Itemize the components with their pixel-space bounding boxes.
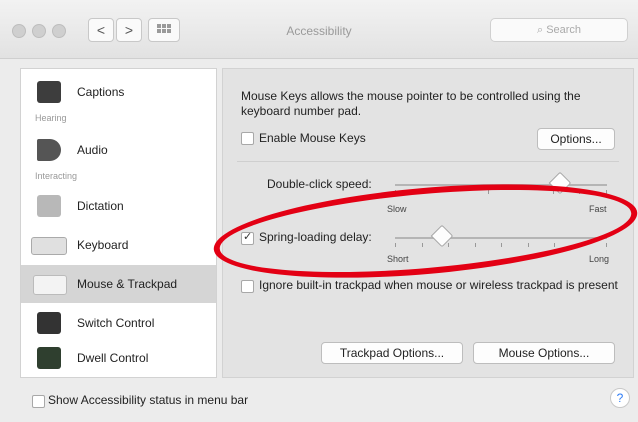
double-click-speed-label: Double-click speed: [267, 177, 372, 191]
mouse-options-button[interactable]: Mouse Options... [473, 342, 615, 364]
sidebar-item-switch-control[interactable]: Switch Control [21, 304, 216, 342]
search-placeholder: Search [546, 24, 582, 36]
title-bar: < > Accessibility ⌕ Search [0, 0, 638, 59]
sidebar-item-keyboard[interactable]: Keyboard [21, 226, 216, 264]
search-icon: ⌕ [536, 24, 544, 36]
ignore-trackpad-checkbox[interactable] [241, 280, 254, 293]
sidebar-item-label: Dwell Control [77, 351, 149, 365]
mouse-keys-options-button[interactable]: Options... [537, 128, 615, 150]
sidebar-item-label: Captions [77, 85, 125, 99]
sidebar-item-dwell-control[interactable]: Dwell Control [21, 339, 216, 377]
sidebar-item-label: Dictation [77, 199, 124, 213]
sidebar-item-dictation[interactable]: Dictation [21, 187, 216, 225]
dwell-control-icon [37, 347, 61, 369]
help-button[interactable]: ? [610, 388, 630, 408]
accessibility-window: < > Accessibility ⌕ Search Captions Hear… [0, 0, 638, 422]
divider [237, 161, 619, 162]
switch-control-icon [37, 312, 61, 334]
sidebar-item-audio[interactable]: Audio [21, 131, 216, 169]
enable-mouse-keys-label: Enable Mouse Keys [259, 131, 366, 145]
trackpad-icon [33, 275, 67, 295]
slider-tick [606, 243, 607, 247]
sidebar-item-label: Keyboard [77, 238, 129, 252]
spring-loading-long-label: Long [589, 254, 610, 264]
mouse-keys-description: Mouse Keys allows the mouse pointer to b… [241, 89, 581, 118]
sidebar-item-mouse-trackpad[interactable]: Mouse & Trackpad [21, 265, 216, 303]
sidebar-section-interacting: Interacting [35, 171, 78, 181]
search-field[interactable]: ⌕ Search [490, 18, 628, 42]
show-status-in-menu-bar-checkbox[interactable] [32, 395, 45, 408]
sidebar-section-hearing: Hearing [35, 113, 67, 123]
captions-icon [37, 81, 61, 103]
sidebar-item-captions[interactable]: Captions [21, 73, 216, 111]
show-status-in-menu-bar-label: Show Accessibility status in menu bar [48, 393, 249, 407]
sidebar-item-label: Switch Control [77, 316, 155, 330]
category-sidebar: Captions Hearing Audio Interacting Dicta… [20, 68, 217, 378]
ignore-trackpad-label: Ignore built-in trackpad when mouse or w… [259, 278, 618, 292]
trackpad-options-button[interactable]: Trackpad Options... [321, 342, 463, 364]
microphone-icon [37, 195, 61, 217]
enable-mouse-keys-checkbox[interactable] [241, 132, 254, 145]
sidebar-item-label: Audio [77, 143, 108, 157]
speaker-icon [37, 139, 61, 161]
sidebar-item-label: Mouse & Trackpad [77, 277, 178, 291]
keyboard-icon [31, 237, 67, 255]
